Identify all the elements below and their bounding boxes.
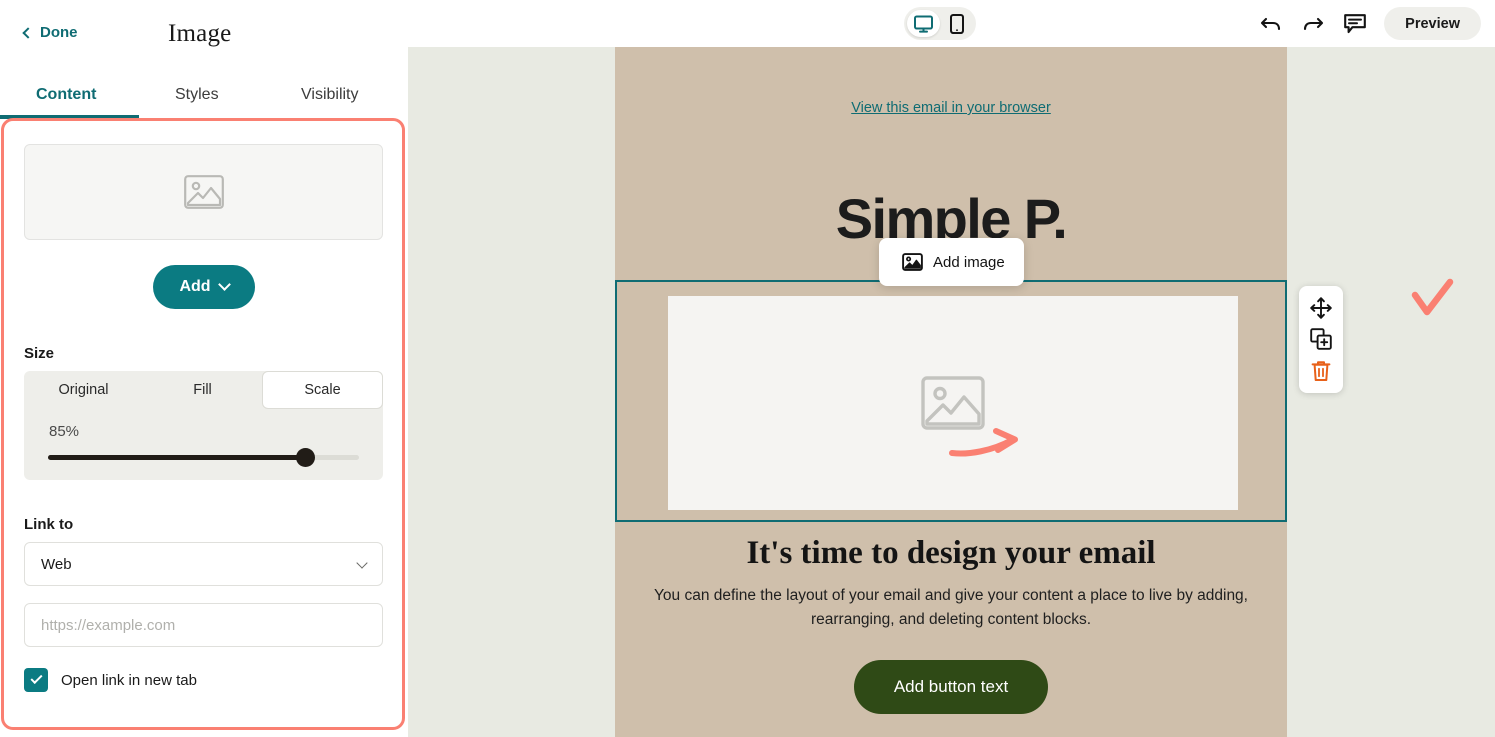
image-block-placeholder[interactable] (668, 296, 1238, 510)
page-title: Image (168, 20, 232, 47)
email-canvas: View this email in your browser Simple P… (408, 47, 1495, 737)
size-control-group: Original Fill Scale 85% (24, 371, 383, 480)
tab-styles[interactable]: Styles (175, 86, 219, 104)
redo-button[interactable] (1300, 11, 1326, 37)
add-image-pill-label: Add image (933, 253, 1005, 271)
email-headline[interactable]: It's time to design your email (615, 535, 1287, 572)
open-new-tab-row[interactable]: Open link in new tab (24, 668, 384, 692)
size-option-fill[interactable]: Fill (143, 371, 262, 409)
chevron-left-icon (22, 26, 34, 39)
image-dropzone[interactable] (24, 144, 383, 240)
email-subcopy[interactable]: You can define the layout of your email … (651, 584, 1251, 632)
email-cta-container: Add button text (615, 660, 1287, 714)
scale-slider[interactable] (24, 448, 383, 467)
image-placeholder-icon (902, 253, 923, 271)
mobile-phone-icon (949, 13, 964, 34)
desktop-monitor-icon (914, 15, 933, 33)
active-tab-indicator (0, 115, 139, 119)
device-preview-toggle (904, 7, 976, 40)
slider-fill (48, 455, 312, 460)
panel-tabs: Content Styles Visibility (0, 72, 408, 120)
add-image-button[interactable]: Add (153, 265, 255, 309)
add-image-pill-button[interactable]: Add image (879, 238, 1024, 286)
preview-button[interactable]: Preview (1384, 7, 1481, 40)
trash-icon (1311, 361, 1331, 382)
size-segmented-control: Original Fill Scale (24, 371, 383, 409)
image-placeholder-icon (921, 376, 985, 430)
comments-button[interactable] (1342, 11, 1368, 37)
device-desktop-button[interactable] (907, 10, 940, 37)
chevron-down-icon (356, 557, 368, 569)
duplicate-block-button[interactable] (1306, 324, 1336, 354)
image-settings-panel: Done Image Content Styles Visibility Add (0, 0, 408, 737)
open-new-tab-checkbox[interactable] (24, 668, 48, 692)
add-button-container: Add (24, 265, 384, 309)
block-tools-toolbar (1299, 286, 1343, 393)
duplicate-icon (1310, 328, 1332, 351)
link-type-select[interactable]: Web (24, 542, 383, 586)
chevron-down-icon (217, 277, 231, 291)
top-toolbar: Preview (408, 0, 1495, 47)
size-option-scale[interactable]: Scale (262, 371, 383, 409)
comment-bubble-icon (1344, 13, 1367, 33)
link-section-label: Link to (24, 516, 74, 533)
scale-percent-value: 85% (49, 423, 80, 440)
check-annotation-on-add-image (1411, 278, 1454, 316)
view-in-browser-link[interactable]: View this email in your browser (615, 100, 1287, 116)
move-arrows-icon (1310, 297, 1332, 319)
done-button[interactable]: Done (22, 24, 78, 41)
selected-image-block[interactable] (615, 280, 1287, 522)
size-option-original[interactable]: Original (24, 371, 143, 409)
check-icon (29, 671, 43, 685)
tab-content[interactable]: Content (36, 86, 96, 104)
open-new-tab-label: Open link in new tab (61, 671, 197, 689)
tab-visibility[interactable]: Visibility (301, 86, 359, 104)
panel-header: Done Image (0, 0, 408, 72)
redo-arrow-icon (1304, 17, 1324, 30)
move-block-button[interactable] (1306, 293, 1336, 323)
email-builder-app: Done Image Content Styles Visibility Add (0, 0, 1495, 737)
link-url-input[interactable] (41, 616, 366, 634)
link-url-field[interactable] (24, 603, 383, 647)
slider-thumb[interactable] (296, 448, 315, 467)
link-type-value: Web (41, 555, 72, 573)
size-section-label: Size (24, 345, 55, 362)
device-mobile-button[interactable] (940, 10, 973, 37)
delete-block-button[interactable] (1306, 356, 1336, 386)
done-button-label: Done (40, 24, 78, 41)
undo-button[interactable] (1258, 11, 1284, 37)
undo-arrow-icon (1261, 17, 1281, 30)
email-body: View this email in your browser Simple P… (615, 47, 1287, 737)
email-cta-button[interactable]: Add button text (853, 660, 1049, 714)
toolbar-actions: Preview (1258, 7, 1481, 40)
add-button-label: Add (179, 278, 211, 295)
panel-content-body: Add Size Original Fill Scale 85% Link to… (0, 120, 408, 737)
image-placeholder-icon (183, 175, 224, 209)
